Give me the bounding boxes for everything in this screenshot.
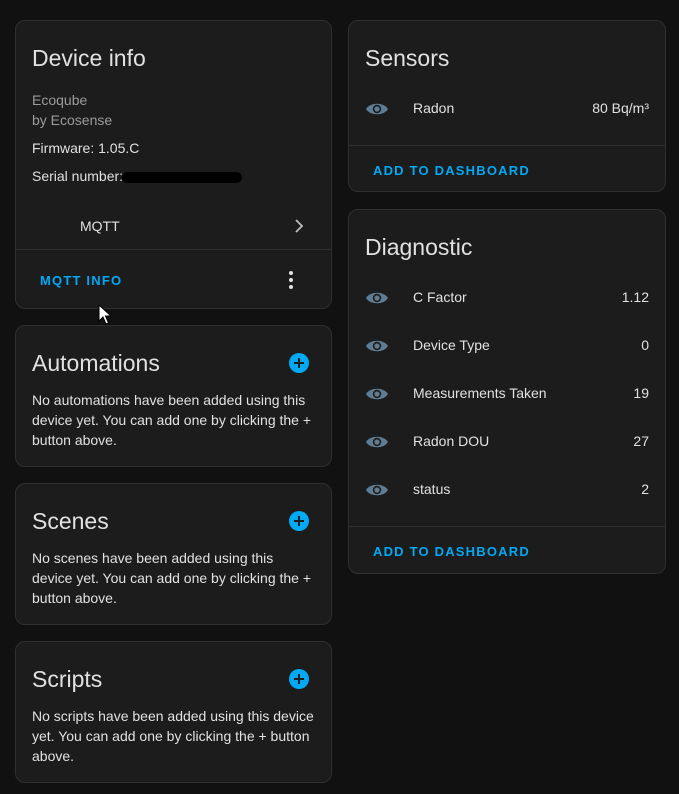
device-info-title: Device info	[32, 45, 146, 71]
device-info-card: Device info Ecoqube by Ecosense Firmware…	[15, 20, 332, 309]
mqtt-integration-row[interactable]: MQTT	[16, 209, 331, 243]
firmware-version: Firmware: 1.05.C	[32, 140, 140, 156]
diagnostic-value: 2	[641, 481, 649, 497]
mqtt-info-button[interactable]: MQTT INFO	[40, 273, 122, 288]
scenes-description: No scenes have been added using this dev…	[32, 550, 312, 606]
diagnostic-name: Device Type	[413, 337, 490, 353]
diagnostic-row[interactable]: Device Type 0	[349, 334, 665, 358]
scripts-title: Scripts	[32, 666, 103, 692]
diagnostic-title: Diagnostic	[365, 234, 473, 260]
diagnostic-card: Diagnostic C Factor 1.12 Device Type 0 M…	[348, 209, 666, 574]
diagnostic-name: C Factor	[413, 289, 467, 305]
scenes-title: Scenes	[32, 508, 109, 534]
diagnostic-value: 1.12	[621, 289, 649, 305]
add-automation-plus-icon[interactable]	[289, 353, 309, 373]
sensors-divider	[349, 145, 665, 146]
diagnostic-row[interactable]: Radon DOU 27	[349, 430, 665, 454]
scripts-description: No scripts have been added using this de…	[32, 708, 314, 764]
eye-icon	[366, 388, 388, 400]
device-model: Ecoqube	[32, 92, 88, 108]
mouse-cursor-icon	[98, 304, 112, 325]
sensor-name: Radon	[413, 100, 455, 116]
diagnostic-value: 19	[633, 385, 649, 401]
diagnostic-name: Radon DOU	[413, 433, 490, 449]
serial-number-label: Serial number:	[32, 168, 124, 184]
eye-icon	[366, 340, 388, 352]
serial-number-redaction	[122, 172, 242, 183]
mqtt-integration-label: MQTT	[80, 218, 120, 234]
chevron-right-icon	[295, 219, 304, 233]
sensor-value: 80 Bq/m³	[592, 100, 649, 116]
diagnostic-add-to-dashboard-button[interactable]: ADD TO DASHBOARD	[373, 544, 530, 559]
sensor-row[interactable]: Radon 80 Bq/m³	[349, 97, 665, 121]
diagnostic-row[interactable]: C Factor 1.12	[349, 286, 665, 310]
sensors-title: Sensors	[365, 45, 450, 71]
scripts-card: Scripts No scripts have been added using…	[15, 641, 332, 783]
diagnostic-name: status	[413, 481, 451, 497]
add-scene-plus-icon[interactable]	[289, 511, 309, 531]
diagnostic-divider	[349, 526, 665, 527]
diagnostic-row[interactable]: Measurements Taken 19	[349, 382, 665, 406]
automations-title: Automations	[32, 350, 160, 376]
sensors-card: Sensors Radon 80 Bq/m³ ADD TO DASHBOARD	[348, 20, 666, 192]
eye-icon	[366, 484, 388, 496]
eye-icon	[366, 103, 388, 115]
sensors-add-to-dashboard-button[interactable]: ADD TO DASHBOARD	[373, 163, 530, 178]
diagnostic-name: Measurements Taken	[413, 385, 547, 401]
device-manufacturer: by Ecosense	[32, 112, 113, 128]
eye-icon	[366, 292, 388, 304]
diagnostic-value: 0	[641, 337, 649, 353]
diagnostic-value: 27	[633, 433, 649, 449]
automations-card: Automations No automations have been add…	[15, 325, 332, 467]
add-script-plus-icon[interactable]	[289, 669, 309, 689]
diagnostic-row[interactable]: status 2	[349, 478, 665, 502]
kebab-menu-icon[interactable]	[288, 271, 294, 289]
scenes-card: Scenes No scenes have been added using t…	[15, 483, 332, 625]
automations-description: No automations have been added using thi…	[32, 392, 312, 448]
eye-icon	[366, 436, 388, 448]
device-info-divider	[16, 249, 331, 250]
